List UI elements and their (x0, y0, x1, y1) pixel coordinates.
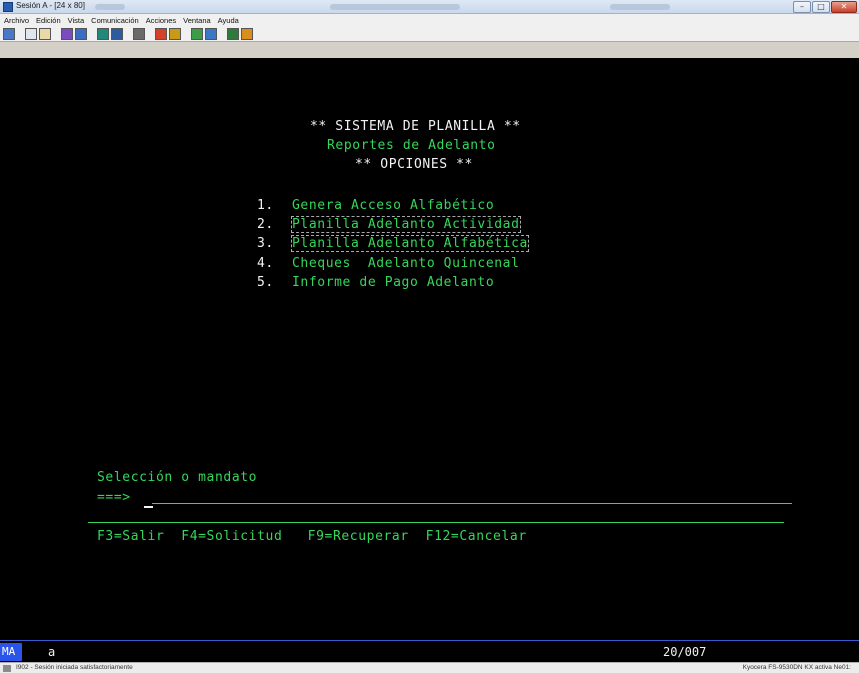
message-waiting-indicator: MA (0, 643, 22, 661)
maximize-icon[interactable]: □ (812, 1, 830, 13)
text-cursor (144, 506, 153, 508)
screen-title: ** SISTEMA DE PLANILLA ** (310, 119, 521, 134)
option-number-2: 2. (257, 217, 274, 232)
menu-bar: Archivo Edición Vista Comunicación Accio… (0, 14, 859, 26)
option-1[interactable]: Genera Acceso Alfabético (292, 198, 494, 213)
terminal-screen[interactable]: ** SISTEMA DE PLANILLA ** Reportes de Ad… (0, 58, 859, 640)
command-input-underline (152, 503, 792, 504)
menu-ayuda[interactable]: Ayuda (218, 16, 239, 25)
option-number-5: 5. (257, 275, 274, 290)
option-number-3: 3. (257, 236, 274, 251)
window-title: Sesión A - [24 x 80] (16, 1, 85, 10)
menu-archivo[interactable]: Archivo (4, 16, 29, 25)
toolbar (0, 26, 859, 42)
blurred-title-region (330, 4, 460, 10)
transfer-down-icon[interactable] (205, 27, 217, 40)
option-5[interactable]: Informe de Pago Adelanto (292, 275, 494, 290)
minimize-icon[interactable]: – (793, 1, 811, 13)
chart-icon[interactable] (133, 27, 145, 40)
menu-edicion[interactable]: Edición (36, 16, 61, 25)
option-number-4: 4. (257, 256, 274, 271)
cursor-position: 20/007 (663, 645, 707, 659)
option-2[interactable]: Planilla Adelanto Actividad (291, 216, 521, 233)
receive-icon[interactable] (75, 27, 87, 40)
close-icon[interactable]: ✕ (831, 1, 857, 13)
command-prompt: ===> (97, 490, 131, 505)
separator-line (88, 522, 784, 523)
oia-indicator: a (48, 645, 56, 659)
display-icon[interactable] (3, 27, 15, 40)
edit-icon[interactable] (241, 27, 253, 40)
command-label: Selección o mandato (97, 470, 258, 485)
transfer-up-icon[interactable] (191, 27, 203, 40)
blurred-title-region-2 (610, 4, 670, 10)
print-screen-icon[interactable] (97, 27, 109, 40)
menu-acciones[interactable]: Acciones (146, 16, 176, 25)
function-keys[interactable]: F3=Salir F4=Solicitud F9=Recuperar F12=C… (97, 529, 527, 544)
send-icon[interactable] (61, 27, 73, 40)
terminal-app-icon (3, 2, 13, 12)
globe-icon[interactable] (227, 27, 239, 40)
screen-subtitle: Reportes de Adelanto (327, 138, 496, 153)
paste-icon[interactable] (39, 27, 51, 40)
menu-vista[interactable]: Vista (68, 16, 85, 25)
window-controls: – □ ✕ (793, 1, 857, 13)
printer-status: Kyocera FS-9530DN KX activa Ne01: (742, 664, 851, 671)
copy-icon[interactable] (25, 27, 37, 40)
menu-comunicacion[interactable]: Comunicación (91, 16, 139, 25)
operator-info-area: MA a 20/007 (0, 640, 859, 662)
blurred-toolbar-region (95, 4, 125, 10)
status-message: I902 - Sesión iniciada satisfactoriament… (16, 664, 133, 671)
options-header: ** OPCIONES ** (355, 157, 473, 172)
play-macro-icon[interactable] (169, 27, 181, 40)
session-status-icon (3, 665, 11, 672)
keyboard-icon[interactable] (111, 27, 123, 40)
menu-ventana[interactable]: Ventana (183, 16, 211, 25)
option-4[interactable]: Cheques Adelanto Quincenal (292, 256, 520, 271)
option-number-1: 1. (257, 198, 274, 213)
window-title-bar[interactable]: Sesión A - [24 x 80] – □ ✕ (0, 0, 859, 14)
option-3[interactable]: Planilla Adelanto Alfabética (291, 235, 529, 252)
record-macro-icon[interactable] (155, 27, 167, 40)
status-bar: I902 - Sesión iniciada satisfactoriament… (0, 662, 859, 673)
